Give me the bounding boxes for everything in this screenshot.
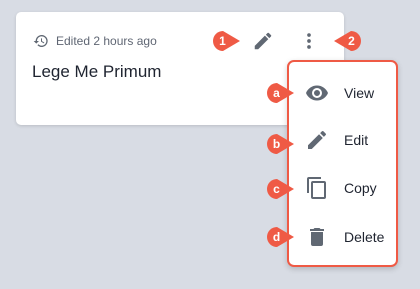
callout-label: 1 <box>219 34 226 48</box>
more-options-button[interactable] <box>295 27 323 55</box>
more-vertical-icon <box>307 33 311 49</box>
menu-item-label: Delete <box>344 229 385 245</box>
pencil-icon <box>305 128 329 152</box>
pencil-icon <box>254 32 272 50</box>
callout-label: d <box>272 230 281 244</box>
menu-item-edit[interactable]: Edit <box>289 118 396 162</box>
eye-icon <box>305 81 329 105</box>
callout-marker-a: a <box>266 82 296 104</box>
callout-label: b <box>272 137 281 151</box>
menu-item-copy[interactable]: Copy <box>289 166 396 210</box>
callout-marker-c: c <box>266 178 296 200</box>
history-icon <box>33 35 48 47</box>
menu-item-label: Copy <box>344 180 377 196</box>
callout-marker-2: 2 <box>332 30 362 52</box>
edited-timestamp: Edited 2 hours ago <box>56 34 157 48</box>
copy-icon <box>305 176 329 200</box>
edit-button[interactable] <box>249 27 277 55</box>
menu-item-view[interactable]: View <box>289 71 396 115</box>
menu-item-delete[interactable]: Delete <box>289 215 396 259</box>
trash-icon <box>305 225 329 249</box>
callout-label: 2 <box>348 34 355 48</box>
callout-label: a <box>273 86 280 100</box>
card-title: Lege Me Primum <box>32 62 162 81</box>
more-options-menu: View Edit Copy Delete <box>287 60 398 267</box>
callout-marker-1: 1 <box>212 30 242 52</box>
menu-item-label: Edit <box>344 132 369 148</box>
callout-marker-b: b <box>266 133 296 155</box>
menu-item-label: View <box>344 85 375 101</box>
edited-meta: Edited 2 hours ago <box>33 33 157 49</box>
callout-marker-d: d <box>266 226 296 248</box>
callout-label: c <box>273 182 280 196</box>
